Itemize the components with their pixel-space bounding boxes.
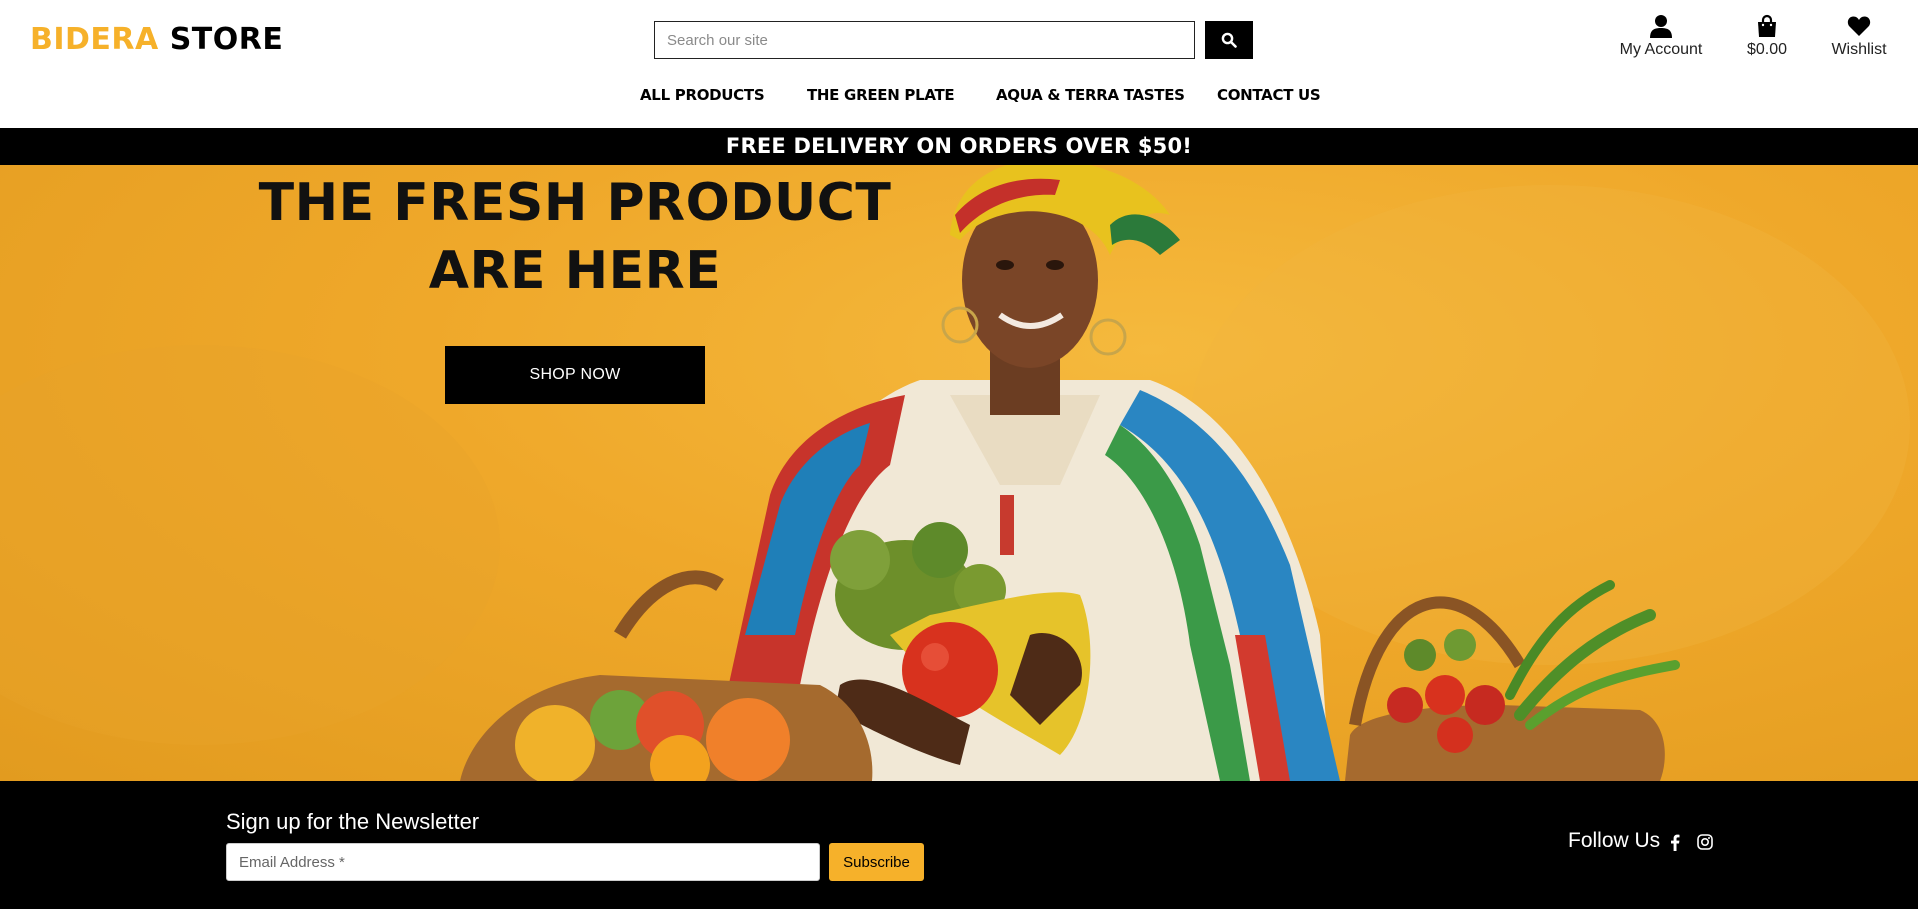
hero-section: THE FRESH PRODUCT ARE HERE SHOP NOW bbox=[0, 165, 1918, 781]
cart-link[interactable]: $0.00 bbox=[1742, 14, 1792, 59]
site-header: BIDERA STORE My Account $0.00 Wishlist bbox=[0, 0, 1918, 128]
instagram-icon bbox=[1697, 834, 1713, 850]
search-input[interactable] bbox=[654, 21, 1195, 59]
nav-green-plate[interactable]: The Green Plate bbox=[807, 86, 955, 104]
cart-total: $0.00 bbox=[1746, 41, 1788, 58]
facebook-icon bbox=[1671, 834, 1680, 851]
user-icon bbox=[1650, 15, 1672, 38]
my-account-link[interactable]: My Account bbox=[1616, 14, 1706, 59]
newsletter-title: Sign up for the Newsletter bbox=[226, 809, 480, 834]
nav-aqua-terra[interactable]: Aqua & Terra Tastes bbox=[996, 86, 1185, 104]
subscribe-button[interactable]: Subscribe bbox=[829, 843, 924, 881]
logo-brand: BIDERA bbox=[30, 22, 159, 57]
logo-store: STORE bbox=[169, 22, 284, 57]
nav-all-products[interactable]: All Products bbox=[640, 86, 765, 104]
shopping-bag-icon bbox=[1758, 14, 1776, 37]
hero-title: THE FRESH PRODUCT ARE HERE bbox=[258, 173, 892, 301]
nav-contact-us[interactable]: Contact Us bbox=[1217, 86, 1321, 104]
wishlist-label: Wishlist bbox=[1831, 41, 1887, 58]
main-nav: All Products The Green Plate Aqua & Terr… bbox=[0, 86, 1918, 116]
free-delivery-banner: FREE DELIVERY ON ORDERS OVER $50! bbox=[0, 128, 1918, 165]
my-account-label: My Account bbox=[1619, 41, 1703, 58]
newsletter-email-input[interactable] bbox=[226, 843, 820, 881]
shop-now-button[interactable]: SHOP NOW bbox=[445, 346, 705, 404]
instagram-link[interactable] bbox=[1696, 833, 1714, 851]
store-logo[interactable]: BIDERA STORE bbox=[30, 22, 283, 57]
search-icon bbox=[1221, 32, 1237, 48]
follow-us-label: Follow Us bbox=[1568, 829, 1661, 852]
facebook-link[interactable] bbox=[1666, 833, 1684, 851]
site-footer: Sign up for the Newsletter Subscribe Fol… bbox=[0, 781, 1918, 909]
wishlist-link[interactable]: Wishlist bbox=[1826, 14, 1892, 59]
heart-icon bbox=[1847, 16, 1871, 36]
search-button[interactable] bbox=[1205, 21, 1253, 59]
